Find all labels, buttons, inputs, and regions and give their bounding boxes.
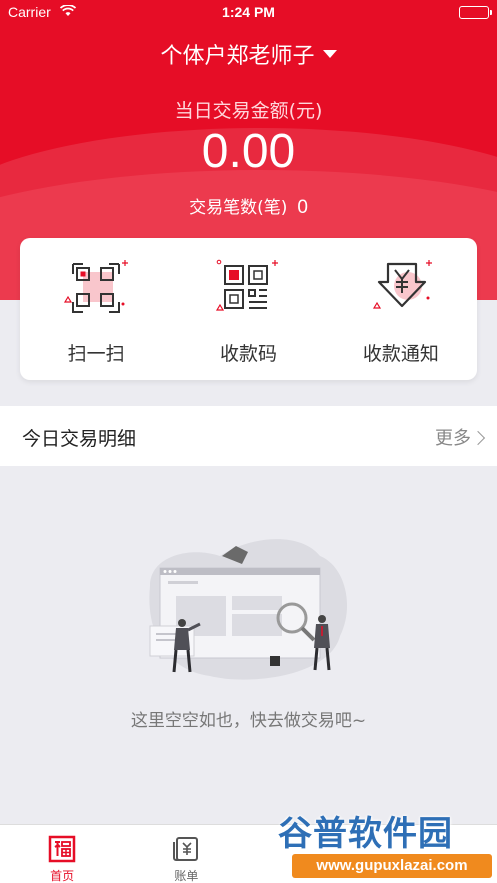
count-label: 交易笔数(笔) [189, 198, 288, 218]
scan-label: 扫一扫 [67, 343, 125, 365]
empty-state: 这里空空如也，快去做交易吧~ [0, 466, 497, 824]
amount-value: 0.00 [201, 125, 296, 178]
caret-down-icon [322, 50, 337, 58]
section-title: 今日交易明细 [22, 428, 137, 450]
status-time: 1:24 PM [222, 4, 275, 20]
merchant-selector[interactable]: 个体户郑老师子 [0, 38, 497, 70]
scan-icon [64, 260, 129, 313]
chevron-right-icon [470, 430, 486, 446]
amount-label: 当日交易金额(元) [174, 100, 323, 122]
more-link[interactable]: 更多 [435, 424, 486, 450]
scan-button[interactable]: 扫一扫 [20, 238, 172, 380]
bill-icon [173, 837, 199, 861]
payment-notice-button[interactable]: 收款通知 [325, 238, 477, 380]
tab-bill[interactable]: 账单 [124, 825, 248, 883]
today-transactions-header: 今日交易明细 更多 [0, 406, 497, 466]
payment-notice-label: 收款通知 [362, 343, 439, 365]
empty-illustration [149, 539, 348, 680]
transaction-count: 交易笔数(笔) 0 [0, 193, 497, 219]
home-fu-icon [48, 835, 76, 863]
quick-actions-card: 扫一扫 收款码 收款通知 [20, 238, 477, 380]
tab-home-label: 首页 [50, 869, 75, 883]
qrcode-icon [216, 259, 279, 311]
battery-icon [459, 6, 492, 19]
count-value: 0 [297, 197, 308, 218]
qrcode-button[interactable]: 收款码 [172, 238, 324, 380]
tab-bill-label: 账单 [174, 869, 199, 883]
watermark-brand: 谷普软件园 [278, 814, 453, 854]
merchant-name: 个体户郑老师子 [160, 44, 315, 69]
empty-message: 这里空空如也，快去做交易吧~ [130, 711, 367, 731]
qrcode-label: 收款码 [219, 343, 277, 365]
payment-notice-icon [372, 260, 432, 309]
site-watermark: 谷普软件园 www.gupuxlazai.com [278, 806, 494, 880]
more-label: 更多 [435, 428, 471, 449]
watermark-url: www.gupuxlazai.com [292, 854, 492, 878]
status-bar: Carrier 1:24 PM [0, 0, 497, 26]
tab-home[interactable]: 首页 [0, 825, 124, 883]
